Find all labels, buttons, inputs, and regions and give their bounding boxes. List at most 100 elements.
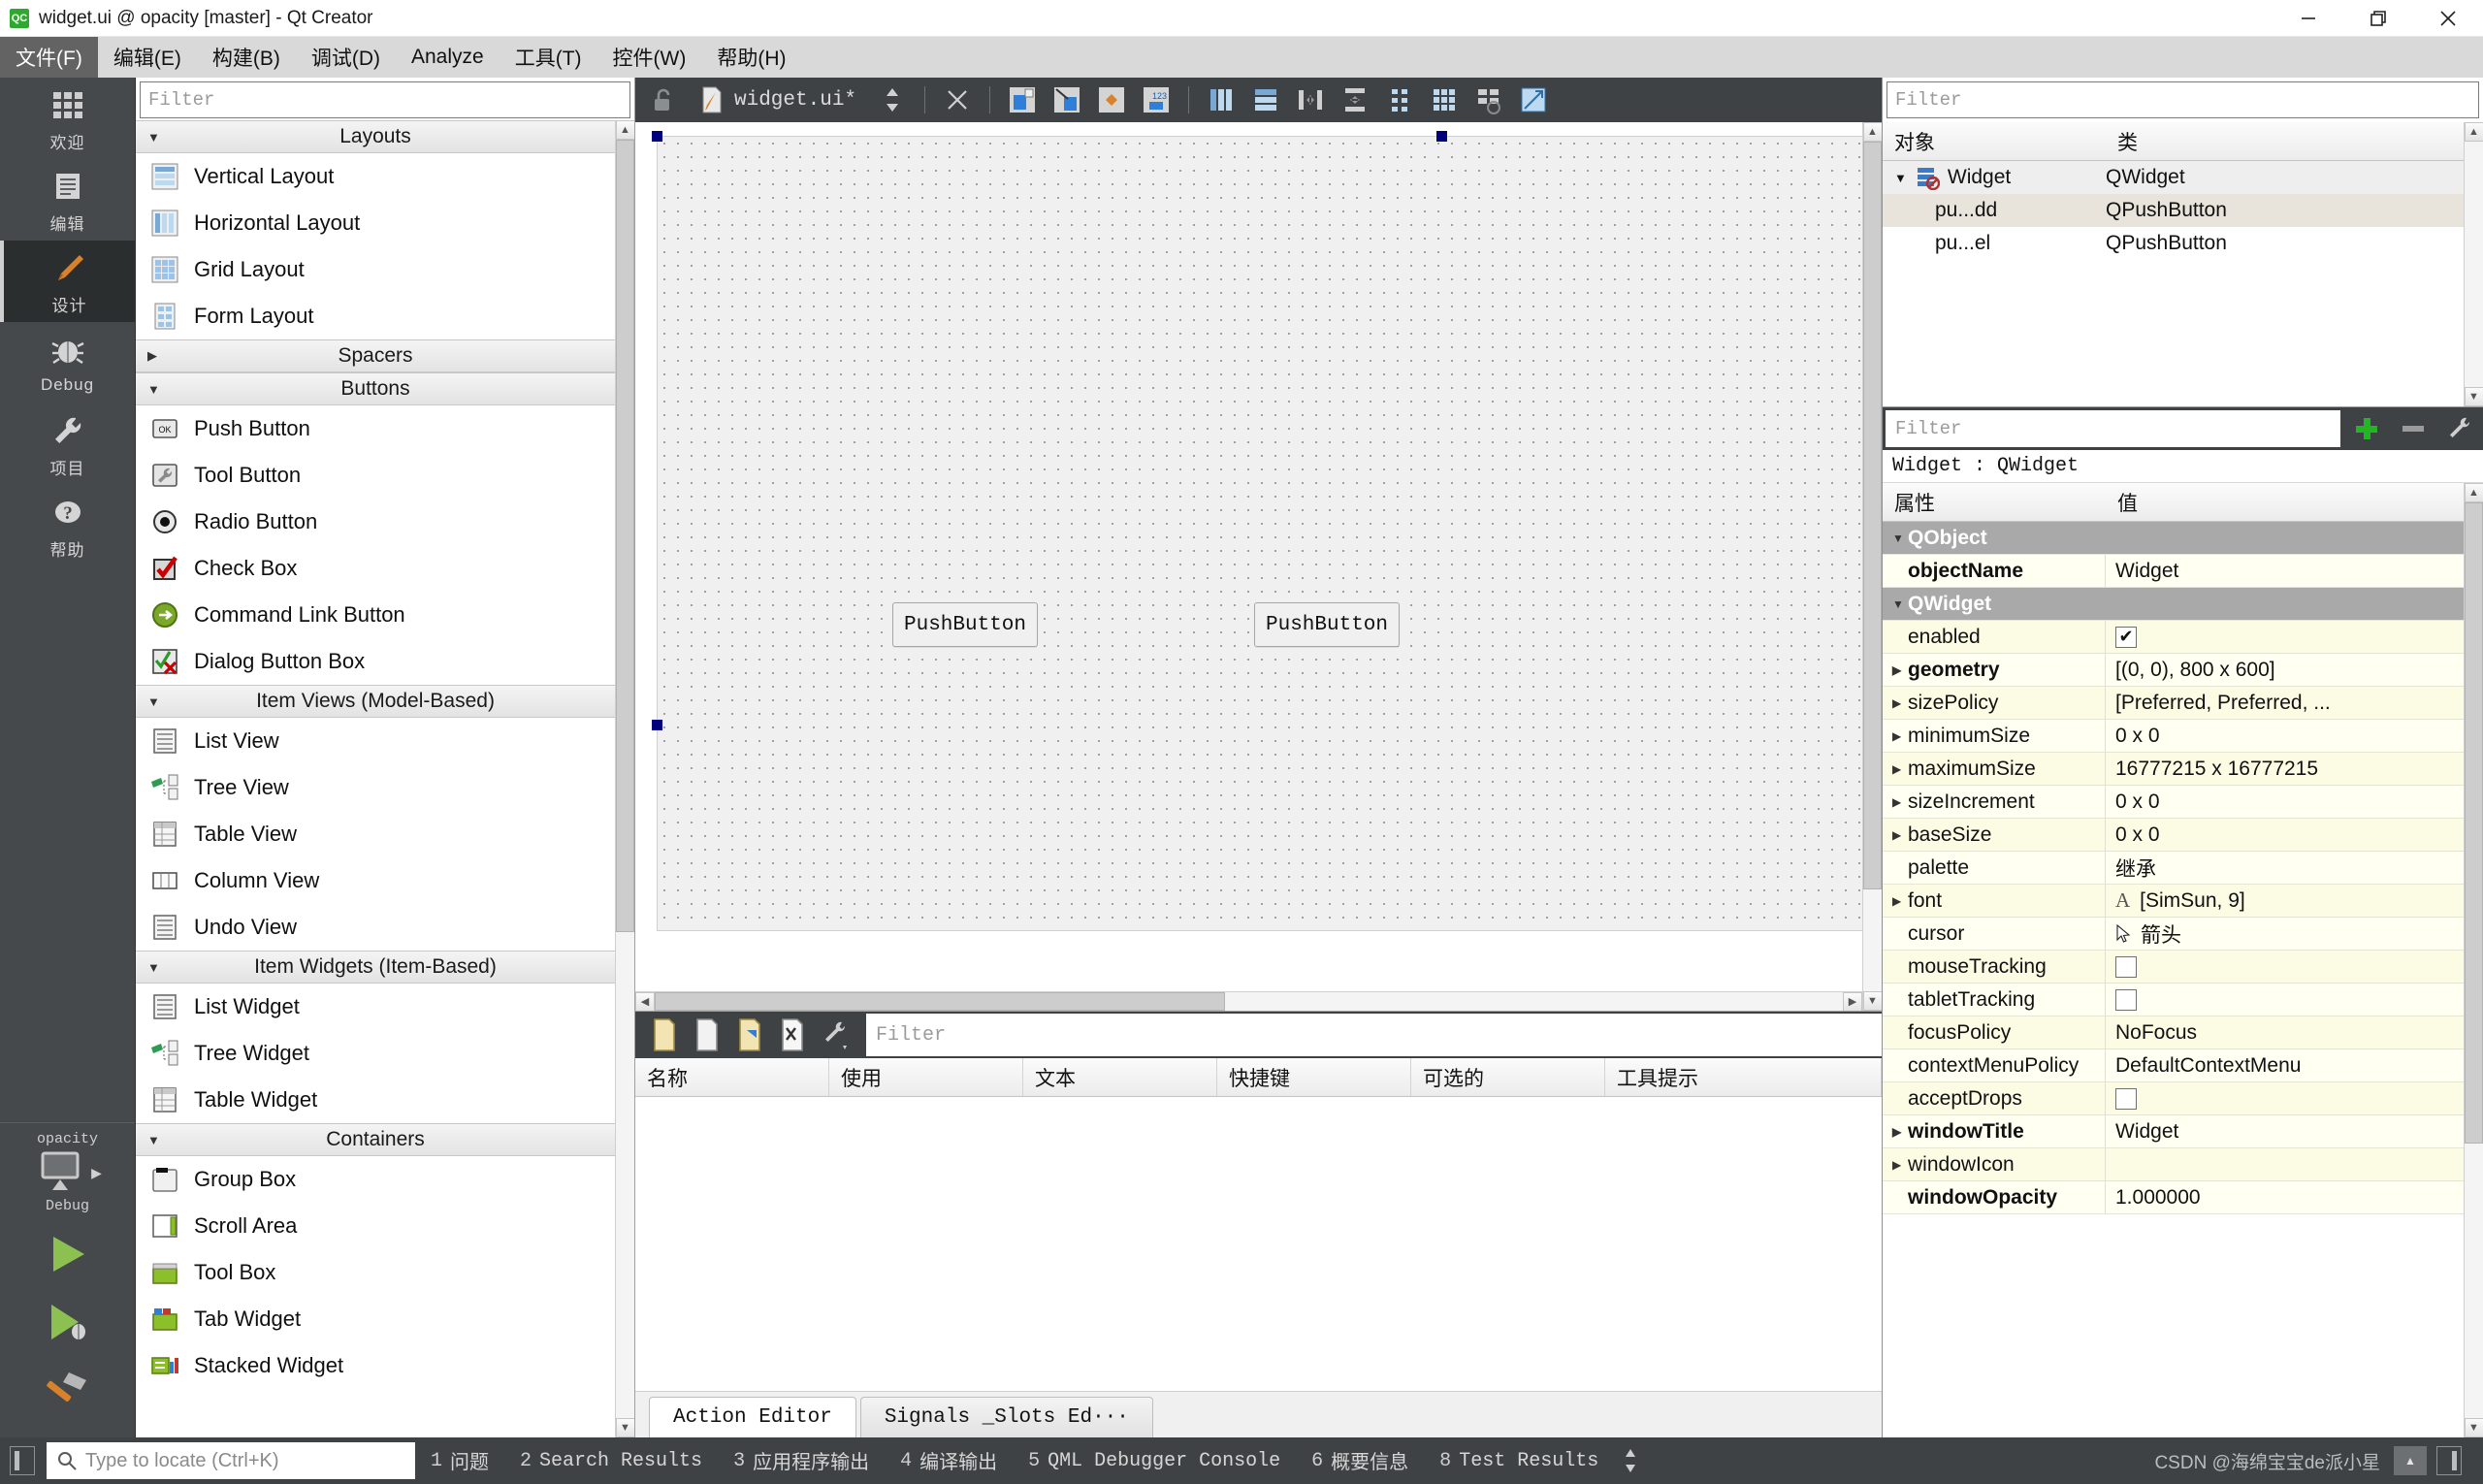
property-row-tablettracking[interactable]: tabletTracking bbox=[1883, 984, 2464, 1016]
mode-help[interactable]: ? 帮助 bbox=[0, 485, 135, 566]
mode-debug[interactable]: Debug bbox=[0, 322, 135, 403]
pane-summary[interactable]: 6 概要信息 bbox=[1296, 1446, 1424, 1476]
property-row-sizeincrement[interactable]: ▶ sizeIncrement 0 x 0 bbox=[1883, 786, 2464, 819]
col-text[interactable]: 文本 bbox=[1023, 1058, 1217, 1096]
widget-group-item-widgets[interactable]: ▼ Item Widgets (Item-Based) bbox=[136, 951, 615, 984]
property-row-windowopacity[interactable]: windowOpacity 1.000000 bbox=[1883, 1181, 2464, 1214]
pane-test-results[interactable]: 8 Test Results bbox=[1424, 1450, 1614, 1472]
property-value[interactable]: [(0, 0), 800 x 600] bbox=[2106, 654, 2464, 686]
property-value[interactable]: Widget bbox=[2106, 1115, 2464, 1147]
menu-edit[interactable]: 编辑(E) bbox=[98, 37, 197, 78]
col-object[interactable]: 对象 bbox=[1883, 122, 2106, 160]
property-row-acceptdrops[interactable]: acceptDrops bbox=[1883, 1082, 2464, 1115]
action-editor-filter[interactable]: Filter bbox=[866, 1014, 1882, 1056]
chevron-down-icon[interactable]: ▼ bbox=[1894, 171, 1907, 185]
widget-box-filter[interactable]: Filter bbox=[140, 81, 630, 118]
adjust-size-button[interactable] bbox=[1514, 81, 1553, 119]
col-class[interactable]: 类 bbox=[2106, 122, 2464, 160]
widget-item-list-widget[interactable]: List Widget bbox=[136, 984, 615, 1030]
property-row-minimumsize[interactable]: ▶ minimumSize 0 x 0 bbox=[1883, 720, 2464, 753]
property-value[interactable]: ✔ bbox=[2106, 621, 2464, 653]
add-property-button[interactable] bbox=[2343, 407, 2390, 450]
chevron-down-icon[interactable]: ▼ bbox=[1892, 532, 1904, 545]
property-row-windowtitle[interactable]: ▶ windowTitle Widget bbox=[1883, 1115, 2464, 1148]
col-used[interactable]: 使用 bbox=[829, 1058, 1023, 1096]
scroll-down-icon[interactable]: ▼ bbox=[2464, 1418, 2483, 1437]
scroll-track[interactable] bbox=[616, 140, 634, 1418]
edit-tab-order-button[interactable]: 123 bbox=[1137, 81, 1176, 119]
menu-file[interactable]: 文件(F) bbox=[0, 37, 98, 78]
property-value[interactable]: NoFocus bbox=[2106, 1016, 2464, 1048]
widget-group-containers[interactable]: ▼ Containers bbox=[136, 1123, 615, 1156]
scroll-thumb[interactable] bbox=[655, 992, 1225, 1011]
widget-item-grid-layout[interactable]: Grid Layout bbox=[136, 246, 615, 293]
object-row-pushbutton-2[interactable]: pu...el QPushButton bbox=[1883, 227, 2464, 260]
scroll-thumb[interactable] bbox=[616, 140, 634, 933]
widget-item-vertical-layout[interactable]: Vertical Layout bbox=[136, 153, 615, 200]
widget-item-scroll-area[interactable]: Scroll Area bbox=[136, 1203, 615, 1249]
widget-item-radio-button[interactable]: Radio Button bbox=[136, 499, 615, 545]
widget-item-horizontal-layout[interactable]: Horizontal Layout bbox=[136, 200, 615, 246]
object-row-pushbutton-1[interactable]: pu...dd QPushButton bbox=[1883, 194, 2464, 227]
widget-item-command-link-button[interactable]: Command Link Button bbox=[136, 592, 615, 638]
property-group-qwidget[interactable]: ▼ QWidget bbox=[1883, 588, 2464, 621]
scroll-thumb[interactable] bbox=[1863, 142, 1882, 889]
widget-item-form-layout[interactable]: Form Layout bbox=[136, 293, 615, 339]
col-shortcut[interactable]: 快捷键 bbox=[1217, 1058, 1411, 1096]
form-push-button-1[interactable]: PushButton bbox=[892, 602, 1038, 647]
pane-issues[interactable]: 1 问题 bbox=[415, 1446, 504, 1476]
widget-group-layouts[interactable]: ▼ Layouts bbox=[136, 120, 615, 153]
widget-item-tool-box[interactable]: Tool Box bbox=[136, 1249, 615, 1296]
scroll-up-icon[interactable]: ▲ bbox=[615, 120, 634, 140]
property-value[interactable]: 继承 bbox=[2106, 852, 2464, 884]
enabled-checkbox[interactable]: ✔ bbox=[2115, 626, 2137, 648]
scroll-track[interactable] bbox=[1863, 142, 1882, 991]
scroll-up-icon[interactable]: ▲ bbox=[2464, 122, 2483, 142]
resize-handle-top-left[interactable] bbox=[652, 131, 662, 142]
mode-design[interactable]: 设计 bbox=[0, 241, 135, 322]
chevron-right-icon[interactable]: ▶ bbox=[1892, 663, 1902, 677]
configure-action-button[interactable] bbox=[814, 1014, 856, 1056]
layout-form-button[interactable] bbox=[1380, 81, 1419, 119]
kit-selector[interactable]: opacity ▶ Debug bbox=[0, 1122, 135, 1220]
tablettracking-checkbox[interactable] bbox=[2115, 988, 2137, 1011]
widget-group-buttons[interactable]: ▼ Buttons bbox=[136, 372, 615, 405]
pane-search-results[interactable]: 2 Search Results bbox=[504, 1450, 718, 1472]
layout-splitter-horizontal-button[interactable] bbox=[1291, 81, 1330, 119]
property-row-palette[interactable]: palette 继承 bbox=[1883, 852, 2464, 885]
tab-action-editor[interactable]: Action Editor bbox=[649, 1397, 856, 1437]
property-group-qobject[interactable]: ▼ QObject bbox=[1883, 522, 2464, 555]
property-value[interactable]: 箭头 bbox=[2106, 918, 2464, 950]
property-value[interactable]: 16777215 x 16777215 bbox=[2106, 753, 2464, 785]
menu-debug[interactable]: 调试(D) bbox=[296, 37, 396, 78]
resize-handle-top-right[interactable] bbox=[1436, 131, 1447, 142]
object-inspector-filter[interactable]: Filter bbox=[1886, 81, 2479, 118]
widget-item-stacked-widget[interactable]: Stacked Widget bbox=[136, 1342, 615, 1389]
mode-edit[interactable]: 编辑 bbox=[0, 159, 135, 241]
layout-horizontally-button[interactable] bbox=[1202, 81, 1241, 119]
property-row-windowicon[interactable]: ▶ windowIcon bbox=[1883, 1148, 2464, 1181]
property-value[interactable] bbox=[2106, 951, 2464, 983]
property-value[interactable] bbox=[2106, 984, 2464, 1016]
scroll-up-icon[interactable]: ▲ bbox=[1862, 122, 1883, 142]
layout-splitter-vertical-button[interactable] bbox=[1336, 81, 1374, 119]
widget-group-item-views[interactable]: ▼ Item Views (Model-Based) bbox=[136, 685, 615, 718]
build-button[interactable] bbox=[0, 1356, 135, 1424]
widget-item-tool-button[interactable]: Tool Button bbox=[136, 452, 615, 499]
property-editor-scrollbar[interactable]: ▲ ▼ bbox=[2464, 483, 2483, 1437]
right-sidebar-toggle-icon[interactable] bbox=[2436, 1446, 2462, 1475]
canvas-vscrollbar[interactable]: ▲ ▼ bbox=[1862, 122, 1883, 1011]
edit-action-button[interactable] bbox=[728, 1014, 771, 1056]
property-value[interactable]: Widget bbox=[2106, 555, 2464, 587]
action-editor-body[interactable] bbox=[635, 1097, 1882, 1391]
menu-help[interactable]: 帮助(H) bbox=[701, 37, 801, 78]
output-pane-toggle[interactable]: ▲ bbox=[2394, 1446, 2427, 1475]
run-button[interactable] bbox=[0, 1220, 135, 1288]
scroll-track[interactable] bbox=[2465, 502, 2483, 1418]
property-row-mousetracking[interactable]: mouseTracking bbox=[1883, 951, 2464, 984]
unlocked-icon[interactable] bbox=[649, 86, 676, 113]
widget-item-undo-view[interactable]: Undo View bbox=[136, 904, 615, 951]
property-value[interactable]: [Preferred, Preferred, ... bbox=[2106, 687, 2464, 719]
resize-handle-bottom-left[interactable] bbox=[652, 720, 662, 730]
property-value[interactable]: A [SimSun, 9] bbox=[2106, 885, 2464, 917]
